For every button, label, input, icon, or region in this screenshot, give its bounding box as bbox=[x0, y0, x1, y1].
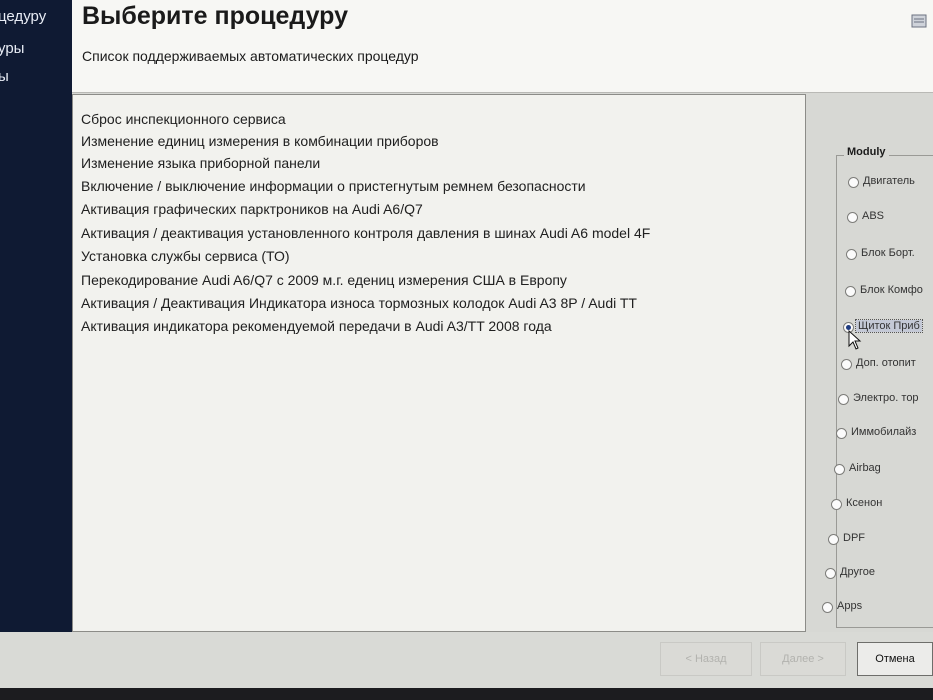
radio-indicator bbox=[828, 534, 839, 545]
radio-indicator bbox=[841, 359, 852, 370]
list-item[interactable]: Активация / Деактивация Индикатора износ… bbox=[81, 295, 637, 311]
module-label: Блок Борт. bbox=[861, 247, 915, 259]
radio-indicator bbox=[831, 499, 842, 510]
sidebar: цедуру уры ы bbox=[0, 0, 72, 700]
radio-indicator bbox=[836, 428, 847, 439]
wizard-header: Выберите процедуру Список поддерживаемых… bbox=[72, 0, 933, 93]
list-item[interactable]: Активация индикатора рекомендуемой перед… bbox=[81, 318, 552, 334]
module-label: Ксенон bbox=[846, 497, 883, 509]
module-label: Двигатель bbox=[863, 175, 915, 187]
list-item[interactable]: Изменение единиц измерения в комбинации … bbox=[81, 133, 439, 149]
list-item[interactable]: Активация графических парктроников на Au… bbox=[81, 201, 423, 217]
sidebar-item-procedure[interactable]: цедуру bbox=[0, 8, 46, 25]
list-item[interactable]: Установка службы сервиса (ТО) bbox=[81, 248, 290, 264]
module-label: Иммобилайз bbox=[851, 426, 917, 438]
page-title: Выберите процедуру bbox=[82, 2, 348, 30]
list-item[interactable]: Включение / выключение информации о прис… bbox=[81, 178, 586, 194]
mouse-cursor-icon bbox=[848, 330, 862, 350]
list-item[interactable]: Перекодирование Audi A6/Q7 с 2009 м.г. е… bbox=[81, 272, 567, 288]
sidebar-item-procedures[interactable]: уры bbox=[0, 40, 24, 57]
radio-indicator bbox=[825, 568, 836, 579]
sidebar-item-third[interactable]: ы bbox=[0, 68, 9, 85]
next-button[interactable]: Далее > bbox=[760, 642, 846, 676]
list-item[interactable]: Изменение языка приборной панели bbox=[81, 155, 320, 171]
module-label: Airbag bbox=[849, 462, 881, 474]
procedure-list[interactable]: Сброс инспекционного сервиса Изменение е… bbox=[72, 94, 806, 632]
module-label: Щиток Приб bbox=[855, 319, 923, 333]
module-label: Электро. тор bbox=[853, 392, 919, 404]
radio-indicator bbox=[838, 394, 849, 405]
radio-indicator bbox=[845, 286, 856, 297]
wizard-icon bbox=[911, 14, 927, 28]
module-label: ABS bbox=[862, 210, 885, 222]
radio-indicator bbox=[847, 212, 858, 223]
page-subtitle: Список поддерживаемых автоматических про… bbox=[82, 48, 419, 64]
list-item[interactable]: Сброс инспекционного сервиса bbox=[81, 111, 286, 127]
modules-legend: Moduly bbox=[844, 146, 889, 158]
radio-indicator bbox=[846, 249, 857, 260]
back-button[interactable]: < Назад bbox=[660, 642, 752, 676]
module-label: DPF bbox=[843, 532, 865, 544]
module-label: Другое bbox=[840, 566, 875, 578]
list-item[interactable]: Активация / деактивация установленного к… bbox=[81, 225, 650, 241]
module-label: Apps bbox=[837, 600, 863, 612]
monitor-bezel bbox=[0, 688, 933, 700]
radio-indicator bbox=[848, 177, 859, 188]
radio-indicator bbox=[834, 464, 845, 475]
module-label: Блок Комфо bbox=[860, 284, 923, 296]
radio-indicator bbox=[822, 602, 833, 613]
cancel-button[interactable]: Отмена bbox=[857, 642, 933, 676]
module-label: Доп. отопит bbox=[856, 357, 916, 369]
